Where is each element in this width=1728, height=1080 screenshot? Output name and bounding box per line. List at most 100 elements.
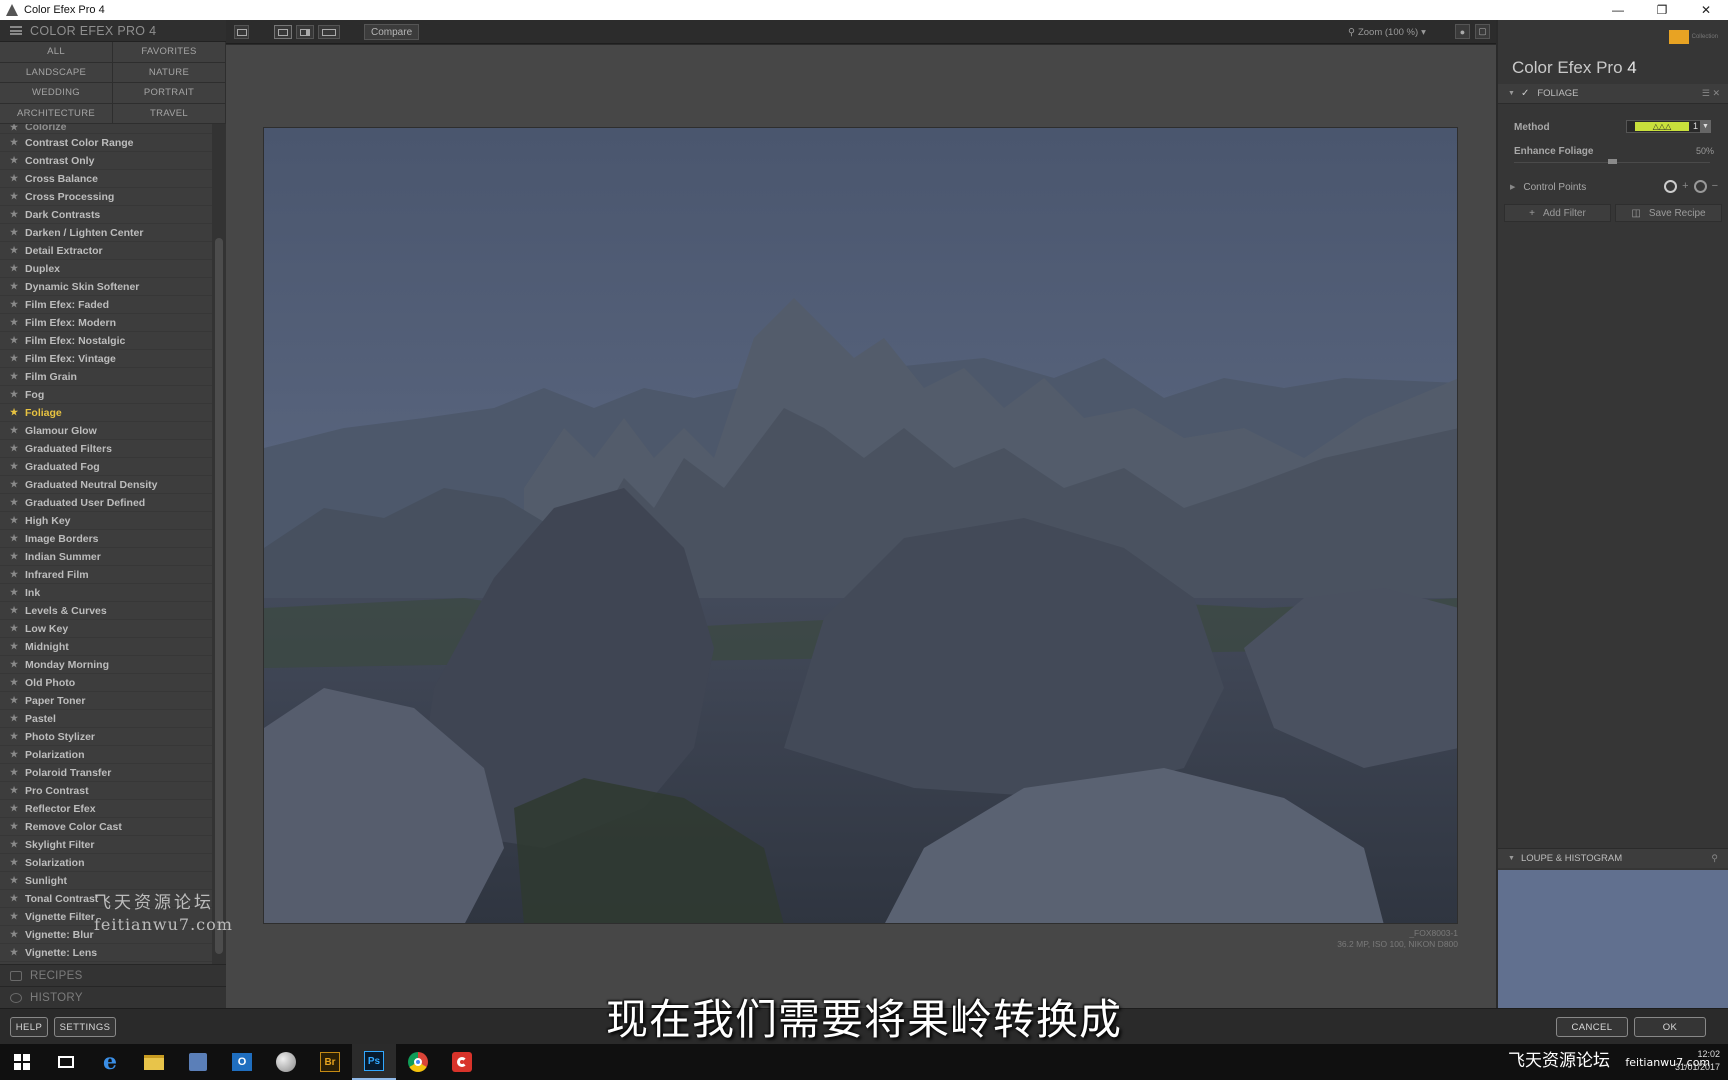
category-wedding[interactable]: WEDDING [0,83,113,104]
star-icon[interactable]: ★ [10,533,25,544]
preview-image[interactable] [263,127,1458,924]
star-icon[interactable]: ★ [10,695,25,706]
scrollbar-thumb[interactable] [215,238,223,954]
restore-icon[interactable]: ❐ [1640,0,1684,20]
star-icon[interactable]: ★ [10,389,25,400]
chrome-icon[interactable] [396,1044,440,1080]
add-control-point-icon[interactable] [1664,180,1678,193]
filter-item[interactable]: ★ Graduated Fog [0,458,212,476]
star-icon[interactable]: ★ [10,407,25,418]
media-icon[interactable] [264,1044,308,1080]
category-landscape[interactable]: LANDSCAPE [0,62,113,83]
toggle-panel-button[interactable] [234,25,249,39]
filter-item[interactable]: ★ Detail Extractor [0,242,212,260]
filter-item[interactable]: ★ Contrast Color Range [0,134,212,152]
windows-start-icon[interactable] [0,1044,44,1080]
star-icon[interactable]: ★ [10,821,25,832]
remove-control-point-icon[interactable] [1693,180,1707,193]
filter-list-scrollbar[interactable] [212,124,226,964]
star-icon[interactable]: ★ [10,299,25,310]
filter-enabled-checkmark-icon[interactable]: ✓ [1521,88,1529,99]
filter-item[interactable]: ★ Indian Summer [0,548,212,566]
star-icon[interactable]: ★ [10,911,25,922]
filter-item[interactable]: ★ Paper Toner [0,692,212,710]
filter-item[interactable]: ★ Low Key [0,620,212,638]
category-favorites[interactable]: FAVORITES [113,42,226,63]
star-icon[interactable]: ★ [10,731,25,742]
filter-item[interactable]: ★ Sunlight [0,872,212,890]
star-icon[interactable]: ★ [10,173,25,184]
star-icon[interactable]: ★ [10,605,25,616]
filter-item[interactable]: ★ Monday Morning [0,656,212,674]
plus-icon[interactable]: + [1682,180,1688,193]
star-icon[interactable]: ★ [10,227,25,238]
star-icon[interactable]: ★ [10,443,25,454]
star-icon[interactable]: ★ [10,515,25,526]
filter-item[interactable]: ★ Dark Contrasts [0,206,212,224]
edge-icon[interactable]: e [88,1044,132,1080]
filter-item[interactable]: ★ Film Efex: Nostalgic [0,332,212,350]
add-filter-button[interactable]: + Add Filter [1504,204,1611,222]
method-option-highlight[interactable]: △△△ [1635,122,1689,131]
filter-item[interactable]: ★ Photo Stylizer [0,728,212,746]
camtasia-icon[interactable] [440,1044,484,1080]
star-icon[interactable]: ★ [10,785,25,796]
filter-item[interactable]: ★ Polaroid Transfer [0,764,212,782]
single-view-button[interactable] [274,25,292,39]
pin-icon[interactable]: ⚲ [1711,853,1718,864]
star-icon[interactable]: ★ [10,929,25,940]
filter-item[interactable]: ★ Pro Contrast [0,782,212,800]
filter-item[interactable]: ★ Fog [0,386,212,404]
filter-item[interactable]: ★ Old Photo [0,674,212,692]
foliage-filter-header[interactable]: ▼ ✓ FOLIAGE ☰ ✕ [1498,84,1728,104]
filter-item[interactable]: ★ Graduated Neutral Density [0,476,212,494]
star-icon[interactable]: ★ [10,317,25,328]
star-icon[interactable]: ★ [10,191,25,202]
star-icon[interactable]: ★ [10,551,25,562]
fullscreen-icon[interactable]: ▢ [1475,24,1490,39]
star-icon[interactable]: ★ [10,353,25,364]
minus-icon[interactable]: − [1712,180,1718,193]
filter-item[interactable]: ★ Foliage [0,404,212,422]
collapse-triangle-icon[interactable]: ▼ [1508,90,1515,97]
filter-item[interactable]: ★ Image Borders [0,530,212,548]
star-icon[interactable]: ★ [10,281,25,292]
expand-triangle-icon[interactable]: ▶ [1510,183,1515,191]
category-nature[interactable]: NATURE [113,62,226,83]
star-icon[interactable]: ★ [10,623,25,634]
filter-item[interactable]: ★ Remove Color Cast [0,818,212,836]
filter-item[interactable]: ★ Film Efex: Faded [0,296,212,314]
filter-item[interactable]: ★ Levels & Curves [0,602,212,620]
filter-item[interactable]: ★ Pastel [0,710,212,728]
star-icon[interactable]: ★ [10,209,25,220]
star-icon[interactable]: ★ [10,803,25,814]
menu-icon[interactable] [10,26,22,35]
star-icon[interactable]: ★ [10,875,25,886]
filter-item[interactable]: ★ Skylight Filter [0,836,212,854]
filter-item[interactable]: ★ High Key [0,512,212,530]
bridge-icon[interactable]: Br [308,1044,352,1080]
filter-item[interactable]: ★ Darken / Lighten Center [0,224,212,242]
filter-item[interactable]: ★ Infrared Film [0,566,212,584]
star-icon[interactable]: ★ [10,263,25,274]
category-portrait[interactable]: PORTRAIT [113,83,226,104]
filter-item[interactable]: ★ Polarization [0,746,212,764]
star-icon[interactable]: ★ [10,497,25,508]
star-icon[interactable]: ★ [10,839,25,850]
star-icon[interactable]: ★ [10,641,25,652]
star-icon[interactable]: ★ [10,425,25,436]
side-by-side-button[interactable] [318,25,340,39]
recipes-section[interactable]: RECIPES [0,964,226,986]
star-icon[interactable]: ★ [10,857,25,868]
save-recipe-button[interactable]: ◫ Save Recipe [1615,204,1722,222]
zoom-select[interactable]: ⚲ Zoom (100 %) ▾ [1344,24,1430,40]
filter-item[interactable]: ★ Film Efex: Modern [0,314,212,332]
star-icon[interactable]: ★ [10,749,25,760]
photoshop-icon[interactable]: Ps [352,1044,396,1080]
star-icon[interactable]: ★ [10,245,25,256]
filter-item[interactable]: ★ Colorize [0,124,212,134]
lightbulb-icon[interactable]: ● [1455,24,1470,39]
star-icon[interactable]: ★ [10,335,25,346]
star-icon[interactable]: ★ [10,371,25,382]
filter-item[interactable]: ★ Ink [0,584,212,602]
